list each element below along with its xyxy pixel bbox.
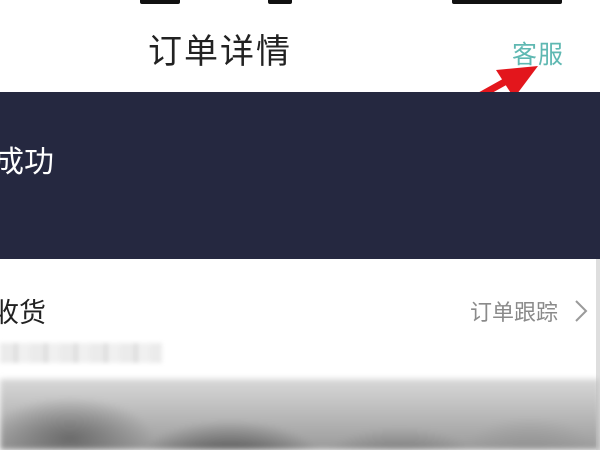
order-detail-screen: 订单详情 客服 成功 收货 订单跟踪 <box>0 0 600 450</box>
chevron-right-icon <box>575 300 588 322</box>
blurred-shipping-detail <box>0 343 162 363</box>
status-bar <box>0 0 600 8</box>
status-bar-fragment <box>268 0 292 4</box>
shipping-status-row[interactable]: 收货 订单跟踪 <box>0 259 600 379</box>
page-title: 订单详情 <box>148 32 292 72</box>
order-tracking-label: 订单跟踪 <box>469 301 558 326</box>
order-status-banner: 成功 <box>0 92 600 259</box>
status-bar-fragment <box>452 0 562 4</box>
product-image <box>0 379 600 450</box>
edge-shadow <box>596 259 600 450</box>
order-status-text: 成功 <box>0 145 54 180</box>
order-tracking-link[interactable]: 订单跟踪 <box>470 295 588 327</box>
shipping-status-text: 收货 <box>0 298 46 329</box>
status-bar-fragment <box>140 0 180 4</box>
